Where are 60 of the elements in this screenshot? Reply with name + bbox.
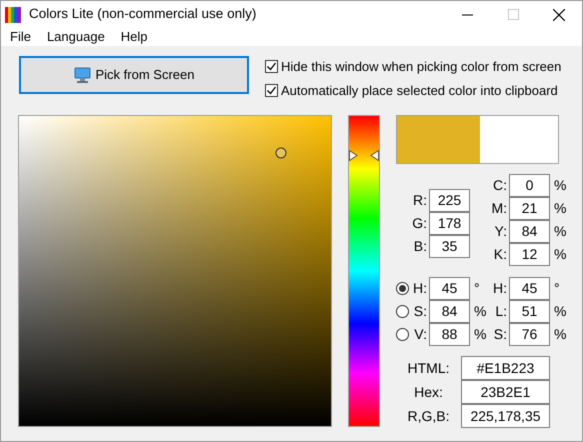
unit-label: % <box>554 177 566 193</box>
color-field[interactable] <box>18 115 332 427</box>
field-label: H: <box>493 279 507 298</box>
number-field[interactable]: 88 <box>429 322 470 346</box>
field-label: H: <box>413 279 427 298</box>
unit-label: ° <box>554 280 560 296</box>
text-field[interactable]: 23B2E1 <box>461 380 550 404</box>
menu-item[interactable]: File <box>1 28 38 46</box>
window-title: Colors Lite (non-commercial use only) <box>29 5 256 24</box>
text-field[interactable]: 225,178,35 <box>461 404 550 428</box>
menu-item[interactable]: Help <box>112 28 155 46</box>
unit-label: % <box>474 326 486 342</box>
number-field[interactable]: 84 <box>509 220 550 242</box>
unit-label: % <box>554 303 566 319</box>
field-label: R,G,B: <box>407 406 450 426</box>
field-label: R: <box>413 191 427 210</box>
field-label: HTML: <box>408 358 450 378</box>
radio-button[interactable] <box>396 282 409 295</box>
radio-button[interactable] <box>396 328 409 341</box>
field-label: M: <box>491 199 507 218</box>
number-field[interactable]: 225 <box>429 188 470 212</box>
pick-from-screen-button[interactable]: Pick from Screen <box>19 56 249 94</box>
number-field[interactable]: 45 <box>429 276 470 300</box>
number-field[interactable]: 35 <box>429 234 470 258</box>
text-field[interactable]: #E1B223 <box>461 356 550 380</box>
field-label: Hex: <box>414 382 443 402</box>
number-field[interactable]: 12 <box>509 242 550 266</box>
field-label: C: <box>493 176 507 195</box>
field-label: S: <box>494 325 507 344</box>
unit-label: % <box>554 326 566 342</box>
field-label: G: <box>412 214 427 233</box>
checkbox[interactable] <box>265 84 278 97</box>
number-field[interactable]: 0 <box>509 174 550 196</box>
field-label: Y: <box>494 222 507 241</box>
unit-label: % <box>554 223 566 239</box>
picker-marker[interactable] <box>276 148 287 159</box>
menu-item[interactable]: Language <box>38 28 112 46</box>
number-field[interactable]: 21 <box>509 196 550 220</box>
radio-button[interactable] <box>396 305 409 318</box>
field-label: S: <box>414 302 427 321</box>
number-field[interactable]: 84 <box>429 300 470 322</box>
field-label: B: <box>414 237 427 256</box>
field-label: K: <box>494 245 507 264</box>
unit-label: % <box>554 246 566 262</box>
number-field[interactable]: 178 <box>429 212 470 234</box>
monitor-icon <box>74 67 90 83</box>
unit-label: % <box>554 200 566 216</box>
maximize-icon <box>508 9 518 20</box>
field-label: V: <box>414 325 427 344</box>
checkbox-label: Automatically place selected color into clipboard <box>281 82 558 100</box>
number-field[interactable]: 76 <box>509 322 550 346</box>
app-icon <box>5 6 21 22</box>
unit-label: ° <box>474 280 480 296</box>
unit-label: % <box>474 303 486 319</box>
checkbox[interactable] <box>265 60 278 74</box>
field-label: L: <box>495 302 507 321</box>
close-icon <box>553 8 565 20</box>
checkbox-label: Hide this window when picking color from screen <box>281 58 562 76</box>
number-field[interactable]: 45 <box>509 276 550 300</box>
number-field[interactable]: 51 <box>509 300 550 322</box>
